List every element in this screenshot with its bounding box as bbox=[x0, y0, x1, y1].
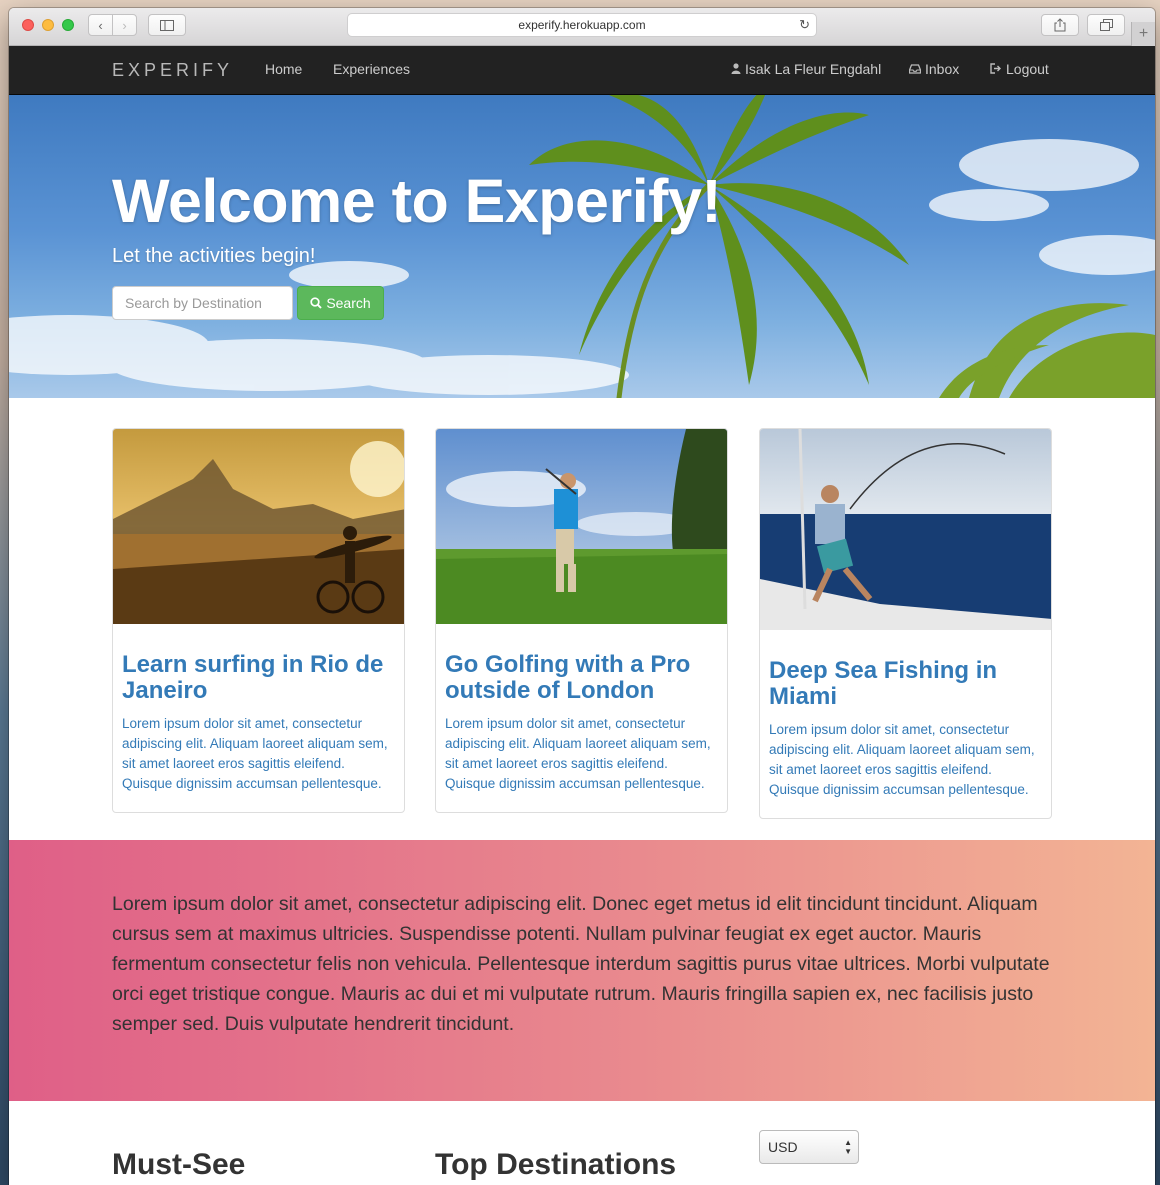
experience-image-rio[interactable] bbox=[113, 429, 404, 624]
chevron-left-icon: ‹ bbox=[98, 17, 103, 33]
nav-inbox-link[interactable]: Inbox bbox=[908, 61, 960, 77]
minimize-window-button[interactable] bbox=[42, 19, 54, 31]
experience-description: Lorem ipsum dolor sit amet, consectetur … bbox=[445, 716, 711, 791]
new-tab-button[interactable]: + bbox=[1131, 22, 1155, 46]
experience-card-fishing[interactable]: Deep Sea Fishing in Miami Lorem ipsum do… bbox=[759, 428, 1052, 819]
top-destinations-heading: Top Destinations bbox=[435, 1148, 677, 1181]
search-icon bbox=[310, 297, 322, 309]
share-button[interactable] bbox=[1041, 14, 1079, 36]
experience-description: Lorem ipsum dolor sit amet, consectetur … bbox=[122, 716, 388, 791]
search-button[interactable]: Search bbox=[297, 286, 384, 320]
url-text: experify.herokuapp.com bbox=[518, 18, 646, 32]
experience-card-rio[interactable]: Learn surfing in Rio de Janeiro Lorem ip… bbox=[112, 428, 405, 813]
experience-title[interactable]: Learn surfing in Rio de Janeiro bbox=[113, 652, 404, 704]
experience-title[interactable]: Go Golfing with a Pro outside of London bbox=[436, 652, 727, 704]
reload-icon[interactable]: ↻ bbox=[799, 17, 810, 33]
hero-title: Welcome to Experify! bbox=[112, 167, 722, 235]
nav-logout-link[interactable]: Logout bbox=[990, 61, 1049, 77]
close-window-button[interactable] bbox=[22, 19, 34, 31]
site-navbar: EXPERIFY Home Experiences Isak La Fleur … bbox=[9, 46, 1155, 95]
show-tabs-button[interactable] bbox=[1087, 14, 1125, 36]
chevron-right-icon: › bbox=[122, 17, 127, 33]
forward-button[interactable]: › bbox=[112, 14, 137, 36]
inbox-label: Inbox bbox=[925, 61, 960, 77]
experience-image-golf[interactable] bbox=[436, 429, 727, 624]
currency-value: USD bbox=[768, 1139, 798, 1155]
share-icon bbox=[1054, 18, 1066, 32]
sidebar-icon bbox=[160, 19, 174, 31]
logout-label: Logout bbox=[1006, 61, 1049, 77]
plus-icon: + bbox=[1138, 25, 1149, 42]
inbox-icon bbox=[908, 64, 922, 74]
experience-image-fishing[interactable] bbox=[760, 429, 1051, 630]
experience-title[interactable]: Deep Sea Fishing in Miami bbox=[760, 658, 1051, 710]
about-text: Lorem ipsum dolor sit amet, consectetur … bbox=[112, 893, 1050, 1035]
rio-beach-photo bbox=[113, 429, 404, 624]
brand-logo[interactable]: EXPERIFY bbox=[112, 60, 233, 81]
destination-search-input[interactable] bbox=[112, 286, 293, 320]
experience-description: Lorem ipsum dolor sit amet, consectetur … bbox=[769, 722, 1035, 797]
hero-banner: Welcome to Experify! Let the activities … bbox=[9, 95, 1155, 398]
browser-toolbar: ‹ › experify.herokuapp.com ↻ + bbox=[9, 8, 1155, 46]
browser-window: ‹ › experify.herokuapp.com ↻ + EXPERIFY … bbox=[9, 8, 1155, 1185]
select-arrows-icon: ▲ ▼ bbox=[844, 1138, 852, 1156]
experience-card-golf[interactable]: Go Golfing with a Pro outside of London … bbox=[435, 428, 728, 813]
fishing-photo bbox=[760, 429, 1051, 630]
user-name-label: Isak La Fleur Engdahl bbox=[745, 61, 882, 77]
currency-select[interactable]: USD ▲ ▼ bbox=[759, 1130, 859, 1164]
logout-icon bbox=[990, 63, 1001, 74]
user-icon bbox=[731, 63, 741, 74]
golf-photo bbox=[436, 429, 727, 624]
hero-subtitle: Let the activities begin! bbox=[112, 245, 316, 267]
must-see-heading: Must-See bbox=[112, 1148, 246, 1181]
nav-home-link[interactable]: Home bbox=[265, 61, 302, 77]
tabs-icon bbox=[1099, 19, 1113, 31]
zoom-window-button[interactable] bbox=[62, 19, 74, 31]
sidebar-toggle-button[interactable] bbox=[148, 14, 186, 36]
search-button-label: Search bbox=[326, 295, 371, 311]
nav-experiences-link[interactable]: Experiences bbox=[333, 61, 410, 77]
back-button[interactable]: ‹ bbox=[88, 14, 113, 36]
address-bar[interactable]: experify.herokuapp.com ↻ bbox=[347, 13, 817, 37]
nav-user-link[interactable]: Isak La Fleur Engdahl bbox=[731, 61, 881, 77]
about-band: Lorem ipsum dolor sit amet, consectetur … bbox=[9, 840, 1155, 1101]
